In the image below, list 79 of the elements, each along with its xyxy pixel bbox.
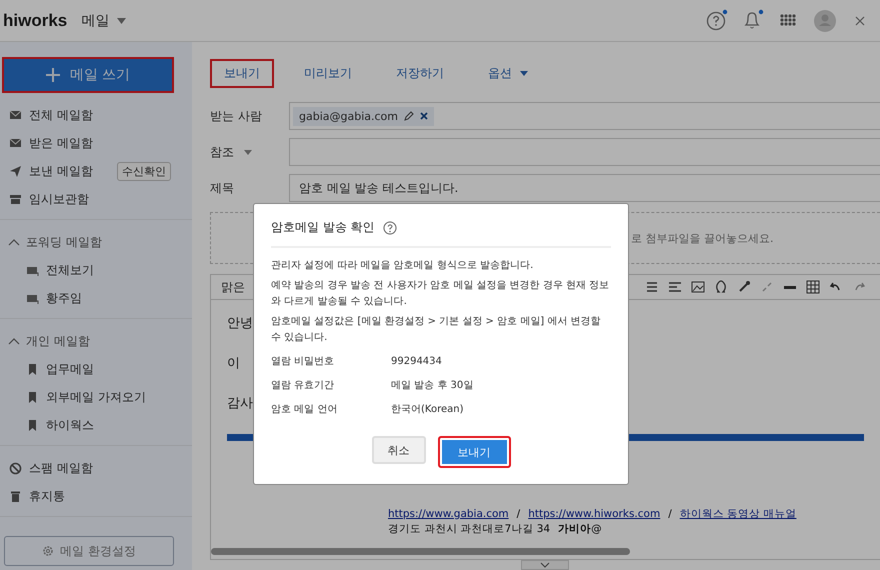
omega-icon[interactable] bbox=[714, 280, 728, 294]
dialog-text: 암호메일 설정값은 [메일 환경설정 > 기본 설정 > 암호 메일] 에서 변경할 수 있습니다. bbox=[271, 315, 602, 345]
mailbox-link[interactable]: 임시보관함 bbox=[29, 190, 89, 208]
link[interactable]: 하이웍스 동영상 매뉴얼 bbox=[680, 508, 796, 520]
app-selector[interactable]: 메일 bbox=[81, 12, 126, 30]
link[interactable]: https://www.gabia.com bbox=[388, 508, 509, 520]
link[interactable]: https://www.hiworks.com bbox=[528, 508, 660, 520]
envelope-icon bbox=[9, 108, 22, 122]
archive-icon bbox=[9, 192, 22, 206]
caret-icon bbox=[520, 71, 528, 76]
caret-icon bbox=[244, 150, 252, 154]
recipient-chip[interactable]: gabia@gabia.com bbox=[293, 106, 434, 126]
folder-group-toggle[interactable]: 개인 메일함 bbox=[0, 327, 192, 355]
signature-text: / bbox=[516, 508, 520, 520]
cc-field[interactable] bbox=[289, 138, 880, 166]
folder-group-toggle[interactable]: 포워딩 메일함 bbox=[0, 228, 192, 256]
signature-text: @ bbox=[591, 523, 602, 535]
detail-value: 메일 발송 후 30일 bbox=[391, 379, 474, 393]
envelope-icon bbox=[9, 136, 22, 150]
remove-icon bbox=[420, 112, 428, 120]
trash-icon bbox=[9, 490, 22, 502]
mailbox-link[interactable]: 하이웍스 bbox=[46, 416, 94, 434]
detail-label: 암호 메일 언어 bbox=[271, 403, 338, 417]
dialog-text: 관리자 설정에 따라 메일을 암호메일 형식으로 발송합니다. bbox=[271, 259, 534, 273]
read-receipt-button[interactable]: 수신확인 bbox=[117, 162, 171, 180]
subject-field[interactable]: 암호 메일 발송 테스트입니다. bbox=[289, 174, 880, 202]
detail-label: 열람 유효기간 bbox=[271, 379, 336, 393]
toolbar-button[interactable]: 보내기 bbox=[210, 59, 274, 88]
image-icon[interactable] bbox=[691, 280, 705, 294]
mailbox-link[interactable]: 전체보기 bbox=[46, 262, 94, 278]
recipient-field[interactable]: gabia@gabia.com bbox=[289, 102, 880, 130]
mailbox-link[interactable]: 외부메일 가져오기 bbox=[46, 388, 146, 406]
gear-icon bbox=[42, 545, 54, 557]
options-dropdown[interactable]: 옵션 bbox=[474, 59, 542, 88]
chevron-up-icon bbox=[8, 337, 20, 345]
chevron-down-icon bbox=[540, 562, 550, 568]
plus-icon bbox=[46, 68, 60, 82]
mailbox-link[interactable]: 업무메일 bbox=[46, 360, 94, 378]
logo: hiworks bbox=[3, 10, 68, 30]
detail-value: 99294434 bbox=[391, 355, 443, 369]
body-text: 이 bbox=[227, 355, 240, 372]
link-icon[interactable] bbox=[737, 280, 751, 294]
compose-button[interactable]: 메일 쓰기 bbox=[2, 57, 174, 93]
table-icon[interactable] bbox=[806, 280, 820, 294]
chevron-up-icon bbox=[8, 238, 20, 246]
field-label: 받는 사람 bbox=[210, 108, 262, 124]
signature-text: 경기도 과천시 과천대로7나길 34 bbox=[388, 523, 550, 535]
signature-text: / bbox=[668, 508, 672, 520]
ban-icon bbox=[9, 462, 22, 474]
detail-label: 열람 비밀번호 bbox=[271, 355, 336, 369]
mailbox-link[interactable]: 휴지통 bbox=[29, 488, 65, 504]
toolbar-button[interactable]: 저장하기 bbox=[382, 59, 458, 88]
list-icon[interactable] bbox=[645, 280, 659, 294]
pencil-icon bbox=[404, 111, 414, 121]
paper-plane-icon bbox=[9, 164, 22, 178]
mailbox-link[interactable]: 황주임 bbox=[46, 290, 82, 306]
cancel-button[interactable]: 취소 bbox=[372, 436, 426, 464]
toolbar-button[interactable]: 미리보기 bbox=[290, 59, 366, 88]
body-text: 감사 bbox=[227, 395, 253, 412]
bookmark-icon bbox=[26, 390, 39, 404]
field-label: 참조 bbox=[210, 144, 234, 160]
collapse-toggle[interactable] bbox=[521, 560, 569, 570]
mailbox-link[interactable]: 전체 메일함 bbox=[29, 106, 93, 124]
caret-icon bbox=[117, 18, 126, 24]
mailbox-link[interactable]: 받은 메일함 bbox=[29, 134, 93, 152]
body-text: 안녕 bbox=[227, 315, 253, 332]
mailbox-link[interactable]: 스팸 메일함 bbox=[29, 460, 93, 476]
scrollbar[interactable] bbox=[211, 548, 630, 555]
dialog-title: 암호메일 발송 확인 bbox=[271, 219, 375, 236]
field-label: 제목 bbox=[210, 180, 234, 196]
dialog-text: 예약 발송의 경우 발송 전 사용자가 암호 메일 설정을 변경한 경우 현재 정보와 다르게 발송될 수 있습니다. bbox=[271, 279, 610, 309]
signature-text: 가비아 bbox=[558, 523, 592, 535]
bookmark-icon bbox=[26, 418, 39, 432]
mailbox-link[interactable]: 보낸 메일함 bbox=[29, 162, 93, 180]
help-icon bbox=[382, 220, 397, 234]
align-icon[interactable] bbox=[668, 280, 682, 294]
detail-value: 한국어(Korean) bbox=[391, 403, 464, 417]
bookmark-icon bbox=[26, 362, 39, 376]
send-button[interactable]: 보내기 bbox=[438, 436, 510, 468]
